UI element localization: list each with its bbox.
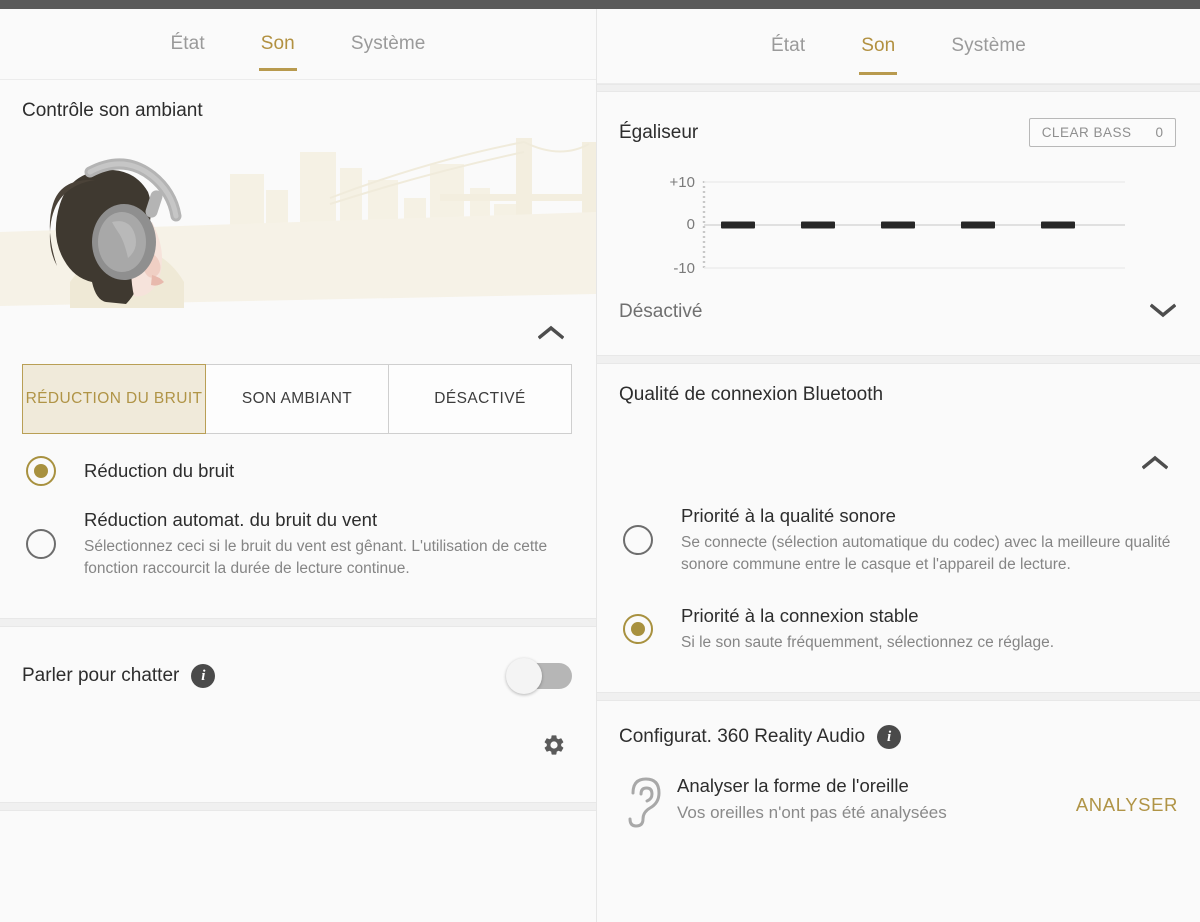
right-divider-1: [597, 355, 1200, 364]
radio-row-stable-connection-priority[interactable]: Priorité à la connexion stable Si le son…: [597, 576, 1200, 654]
tab-systeme-label: Système: [350, 33, 426, 54]
ambient-collapse-row: [0, 314, 596, 356]
equalizer-preset-row[interactable]: Désactivé: [597, 283, 1200, 341]
segment-off[interactable]: DÉSACTIVÉ: [388, 364, 572, 434]
ear-analysis-row[interactable]: Analyser la forme de l'oreille Vos oreil…: [597, 749, 1200, 836]
ambient-sound-title: Contrôle son ambiant: [22, 100, 203, 121]
section-divider-bottom: [0, 802, 596, 812]
info-icon[interactable]: i: [191, 664, 216, 689]
right-top-divider: [597, 84, 1200, 92]
radio-noise-reduction[interactable]: [26, 456, 56, 486]
radio-stable-connection-priority[interactable]: [623, 614, 653, 645]
speak-to-chat-section: Parler pour chatter i: [0, 627, 596, 803]
radio-stable-connection-priority-desc: Si le son saute fréquemment, sélectionne…: [681, 634, 1055, 652]
tab-son[interactable]: Son: [233, 9, 323, 79]
tab-etat-right-label: État: [771, 35, 806, 56]
tab-systeme-right-label: Système: [951, 35, 1026, 56]
segment-ambient-sound-label: SON AMBIANT: [241, 390, 353, 408]
radio-row-noise-reduction[interactable]: Réduction du bruit: [0, 434, 596, 486]
equalizer-section: Égaliseur CLEAR BASS 0 +10 0 -10 Désacti…: [597, 92, 1200, 355]
radio-auto-wind-reduction[interactable]: [26, 529, 56, 560]
tab-son-right[interactable]: Son: [833, 9, 923, 83]
ear-icon: [621, 773, 677, 836]
tab-son-right-label: Son: [861, 35, 896, 56]
segment-off-label: DÉSACTIVÉ: [434, 390, 526, 408]
tab-etat-label: État: [170, 33, 205, 54]
ear-analysis-title: Analyser la forme de l'oreille: [677, 775, 909, 797]
bluetooth-collapse-row: [597, 406, 1200, 482]
equalizer-preset-label: Désactivé: [619, 301, 703, 322]
radio-row-auto-wind-reduction[interactable]: Réduction automat. du bruit du vent Séle…: [0, 486, 596, 580]
svg-text:-10: -10: [673, 260, 695, 277]
radio-stable-connection-priority-label: Priorité à la connexion stable: [681, 605, 919, 627]
tab-etat[interactable]: État: [143, 9, 233, 79]
equalizer-title: Égaliseur: [619, 121, 699, 143]
radio-auto-wind-reduction-desc: Sélectionnez ceci si le bruit du vent es…: [84, 538, 548, 578]
info-icon-reality-audio[interactable]: i: [877, 725, 902, 750]
segment-ambient-sound[interactable]: SON AMBIANT: [205, 364, 389, 434]
ambient-sound-section: Contrôle son ambiant RÉDUCTION DU BRUIT …: [0, 80, 596, 619]
segment-noise-cancelling[interactable]: RÉDUCTION DU BRUIT: [22, 364, 206, 434]
tab-systeme-right[interactable]: Système: [923, 9, 1054, 83]
bluetooth-quality-title: Qualité de connexion Bluetooth: [619, 384, 884, 405]
chevron-up-icon[interactable]: [534, 316, 568, 350]
equalizer-header: Égaliseur CLEAR BASS 0: [597, 92, 1200, 147]
bluetooth-quality-section: Qualité de connexion Bluetooth Priorité …: [597, 364, 1200, 693]
reality-audio-title: Configurat. 360 Reality Audio: [619, 726, 866, 748]
radio-row-sound-quality-priority[interactable]: Priorité à la qualité sonore Se connecte…: [597, 482, 1200, 576]
right-panel: État Son Système Égaliseur CLEAR BASS 0: [596, 9, 1200, 922]
reality-audio-section: Configurat. 360 Reality Audio i Analyser…: [597, 701, 1200, 837]
analyse-button-label: ANALYSER: [1075, 793, 1178, 815]
tab-etat-right[interactable]: État: [743, 9, 833, 83]
ambient-mode-segmented-control: RÉDUCTION DU BRUIT SON AMBIANT DÉSACTIVÉ: [22, 364, 572, 434]
speak-to-chat-label: Parler pour chatter: [22, 665, 180, 687]
svg-text:0: 0: [687, 216, 695, 233]
analyse-button[interactable]: ANALYSER: [1068, 794, 1178, 816]
gear-icon[interactable]: [542, 733, 566, 762]
speak-to-chat-settings-row: [0, 689, 596, 762]
right-tabbar: État Son Système: [597, 9, 1200, 84]
left-panel: État Son Système Contrôle son ambiant RÉ…: [0, 9, 596, 922]
speak-to-chat-row: Parler pour chatter i: [0, 627, 596, 695]
left-tabbar: État Son Système: [0, 9, 596, 80]
svg-text:+10: +10: [670, 174, 695, 191]
chevron-down-icon[interactable]: [1149, 302, 1177, 323]
status-bar: [0, 0, 1200, 9]
tab-son-label: Son: [260, 33, 295, 54]
equalizer-chart[interactable]: +10 0 -10: [597, 163, 1200, 283]
radio-sound-quality-priority[interactable]: [623, 525, 653, 556]
speak-to-chat-toggle[interactable]: [506, 658, 572, 695]
radio-sound-quality-priority-label: Priorité à la qualité sonore: [681, 505, 896, 526]
segment-noise-cancelling-label: RÉDUCTION DU BRUIT: [25, 390, 203, 408]
clear-bass-label: CLEAR BASS: [1041, 125, 1132, 140]
radio-auto-wind-reduction-label: Réduction automat. du bruit du vent: [84, 509, 378, 530]
app-screen: État Son Système Contrôle son ambiant RÉ…: [0, 0, 1200, 922]
ambient-sound-illustration: [0, 130, 596, 314]
reality-audio-header: Configurat. 360 Reality Audio i: [597, 701, 1200, 750]
tab-systeme[interactable]: Système: [323, 9, 454, 79]
chevron-up-icon-bluetooth[interactable]: [1138, 446, 1172, 480]
toggle-knob: [506, 658, 542, 695]
clear-bass-badge[interactable]: CLEAR BASS 0: [1028, 118, 1176, 147]
radio-sound-quality-priority-desc: Se connecte (sélection automatique du co…: [681, 534, 1171, 574]
radio-noise-reduction-label: Réduction du bruit: [84, 460, 235, 482]
ear-analysis-subtitle: Vos oreilles n'ont pas été analysées: [677, 803, 947, 823]
right-divider-2: [597, 692, 1200, 702]
section-divider: [0, 618, 596, 628]
clear-bass-value: 0: [1155, 125, 1163, 140]
